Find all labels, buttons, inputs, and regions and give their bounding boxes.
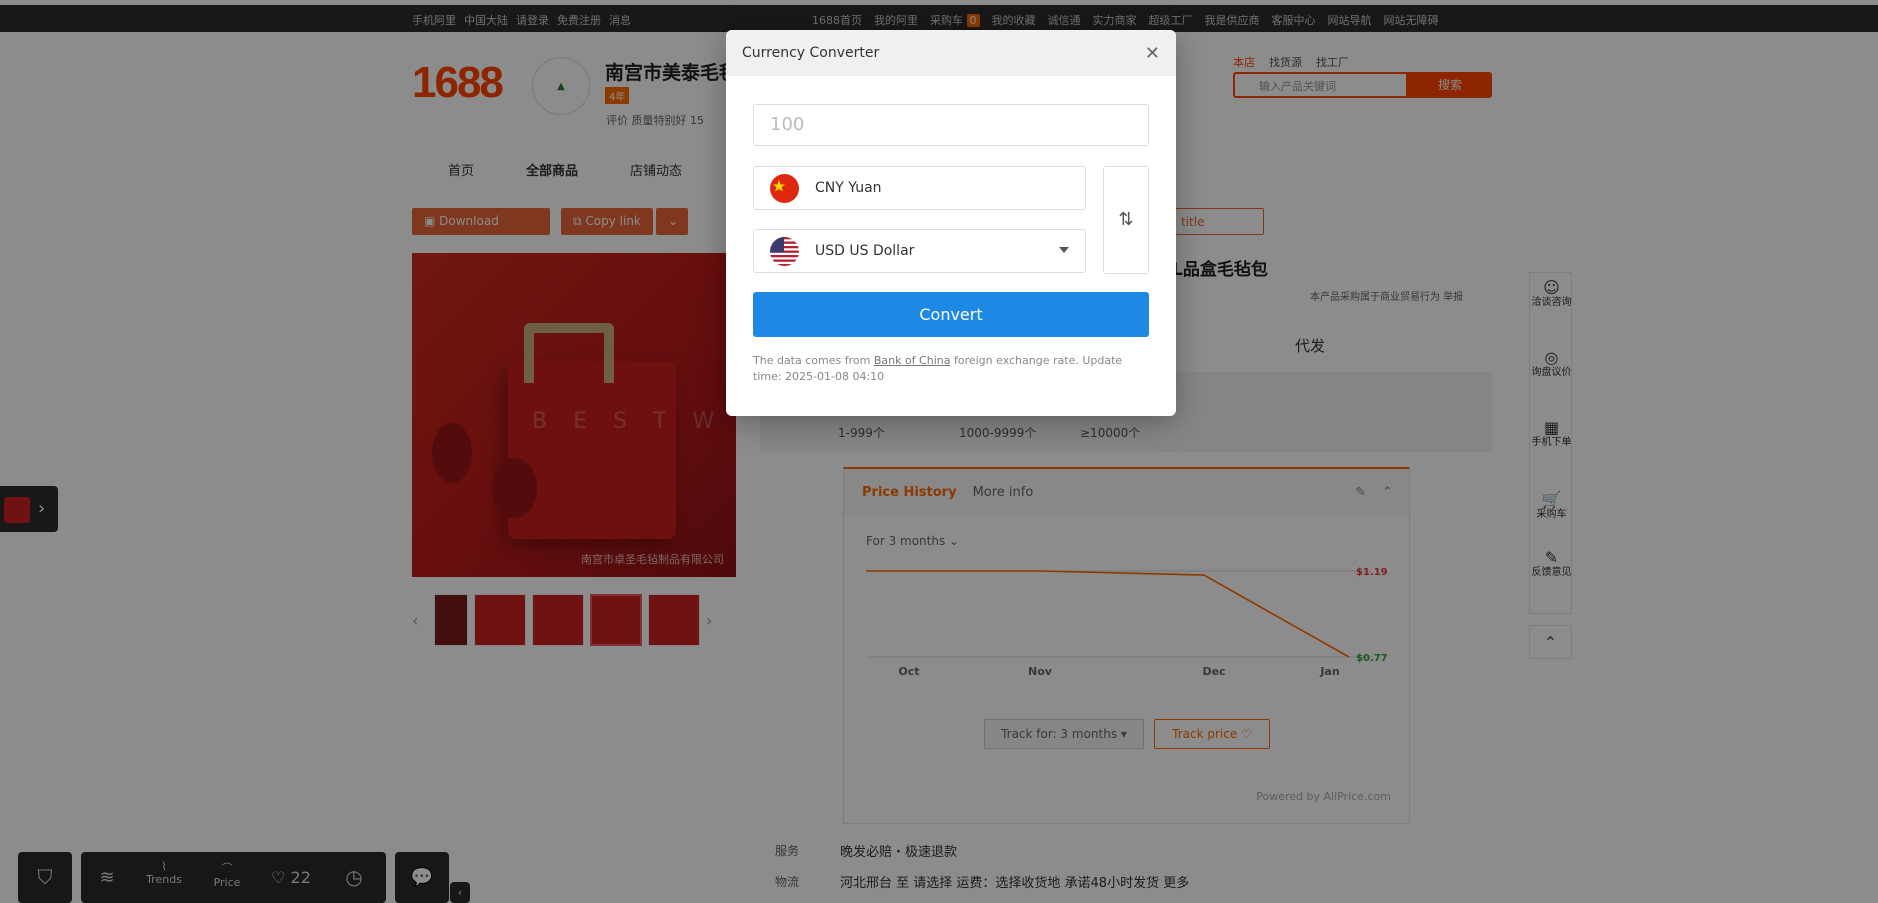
- bank-of-china-link[interactable]: Bank of China: [874, 354, 951, 367]
- china-flag-icon: [770, 174, 799, 203]
- modal-title: Currency Converter: [742, 45, 880, 61]
- from-currency-field[interactable]: CNY Yuan: [753, 166, 1086, 210]
- amount-input[interactable]: 100: [753, 104, 1149, 146]
- to-currency-name: USD US Dollar: [815, 243, 915, 259]
- modal-header: Currency Converter ✕: [726, 30, 1176, 76]
- close-icon[interactable]: ✕: [1145, 43, 1160, 64]
- to-currency-select[interactable]: USD US Dollar: [753, 229, 1086, 273]
- convert-button[interactable]: Convert: [753, 292, 1149, 337]
- currency-converter-modal: Currency Converter ✕ 100 CNY Yuan USD US…: [726, 30, 1176, 416]
- us-flag-icon: [770, 237, 799, 266]
- swap-currency-button[interactable]: ⇅: [1103, 166, 1149, 274]
- data-source-note: The data comes from Bank of China foreig…: [753, 353, 1153, 385]
- source-prefix: The data comes from: [753, 354, 874, 367]
- from-currency-name: CNY Yuan: [815, 180, 882, 196]
- swap-icon: ⇅: [1118, 209, 1134, 230]
- caret-down-icon: [1059, 247, 1069, 253]
